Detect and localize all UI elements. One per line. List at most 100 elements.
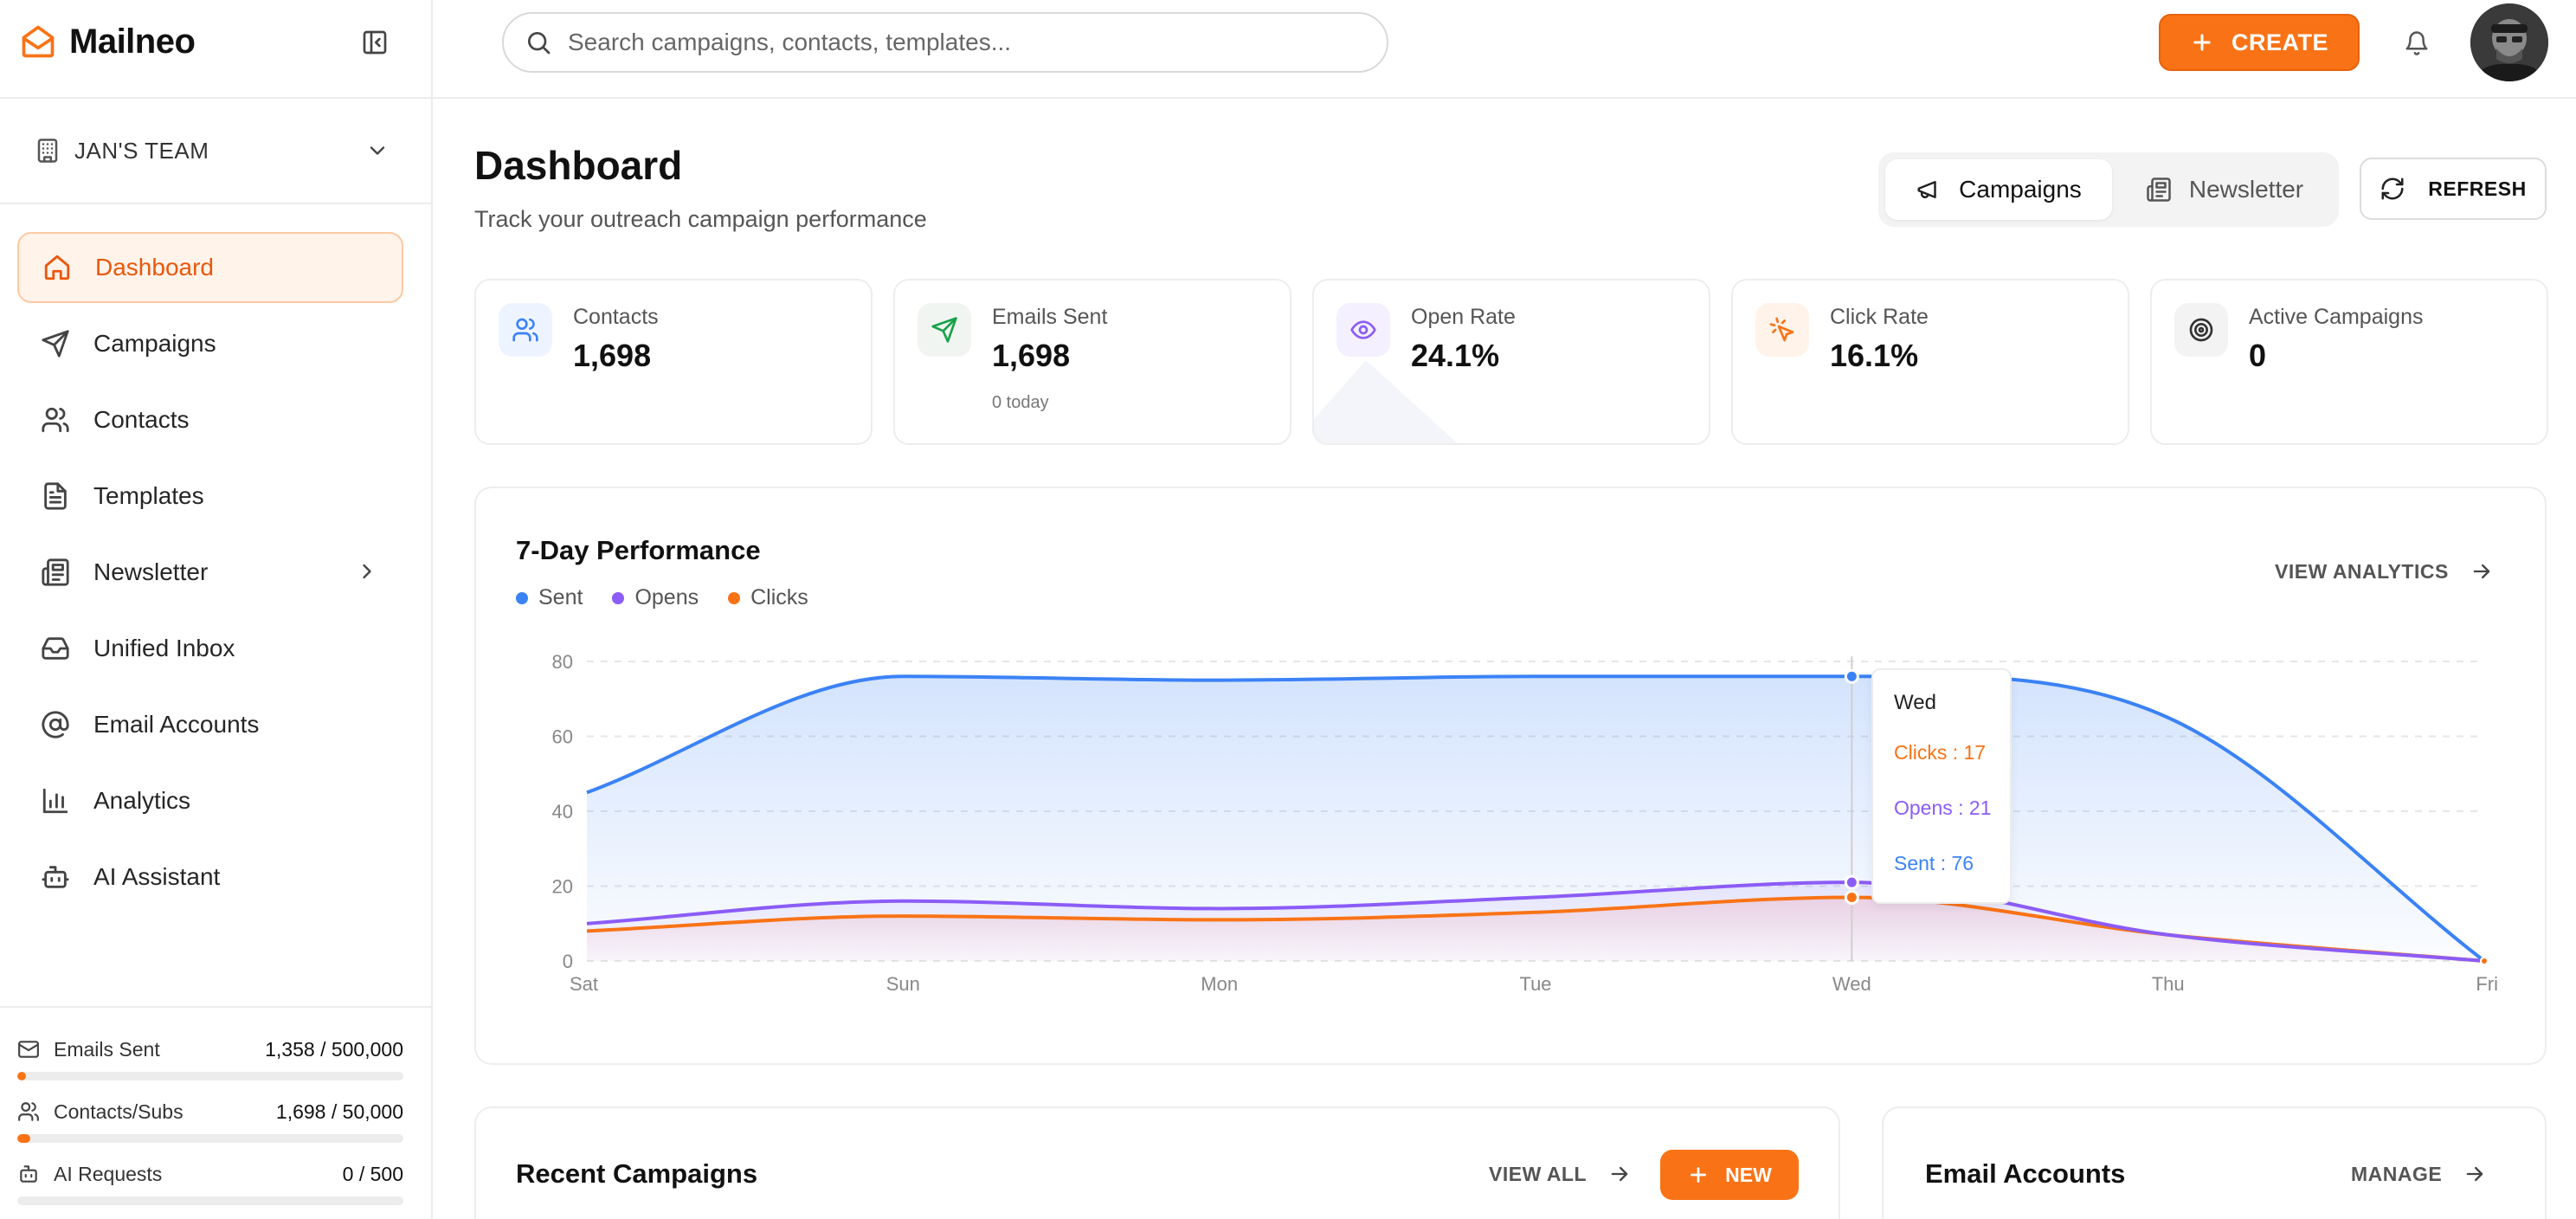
newspaper-icon	[38, 555, 73, 590]
sidebar-item-contacts[interactable]: Contacts	[17, 384, 403, 455]
usage-progress-bar	[17, 1072, 403, 1080]
usage-progress-fill	[17, 1072, 26, 1080]
stat-value: 24.1%	[1411, 338, 1500, 373]
stat-card-contacts[interactable]: Contacts 1,698	[474, 279, 873, 445]
legend-dot	[728, 591, 741, 604]
tab-label: Newsletter	[2188, 176, 2304, 203]
mail-icon	[17, 1037, 42, 1061]
view-toggle: Campaigns Newsletter	[1878, 152, 2339, 227]
sidebar-item-dashboard[interactable]: Dashboard	[17, 232, 403, 303]
sidebar-item-label: Unified Inbox	[93, 635, 235, 661]
stat-card-open-rate[interactable]: Open Rate 24.1%	[1312, 279, 1710, 445]
avatar[interactable]	[2470, 3, 2548, 81]
stat-note: 0 today	[992, 393, 1049, 412]
tab-label: Campaigns	[1959, 176, 2082, 203]
users-icon	[512, 316, 539, 344]
point-clicks	[1844, 889, 1859, 905]
stat-badge	[1336, 303, 1390, 357]
refresh-label: REFRESH	[2428, 177, 2527, 200]
refresh-button[interactable]: REFRESH	[2360, 158, 2547, 220]
legend-item-sent[interactable]: Sent	[516, 585, 583, 610]
page-subtitle: Track your outreach campaign performance	[474, 206, 927, 232]
tab-newsletter[interactable]: Newsletter	[2117, 159, 2332, 220]
new-button-label: NEW	[1725, 1163, 1772, 1186]
view-all-link[interactable]: VIEW ALL	[1489, 1162, 1632, 1186]
users-icon	[38, 403, 73, 437]
usage-value: 1,698 / 50,000	[275, 1100, 403, 1123]
stat-card-emails-sent[interactable]: Emails Sent 1,698 0 today	[893, 279, 1291, 445]
stat-badge	[2174, 303, 2228, 357]
new-campaign-button[interactable]: NEW	[1660, 1150, 1799, 1200]
team-switcher[interactable]: JAN'S TEAM	[35, 126, 390, 175]
search-box[interactable]	[502, 12, 1388, 73]
chevron-right-icon	[355, 559, 379, 584]
tooltip-day: Wed	[1894, 691, 1936, 714]
eye-icon	[1349, 316, 1377, 344]
x-tick-label: Tue	[1519, 973, 1551, 995]
sidebar-item-analytics[interactable]: Analytics	[17, 765, 403, 836]
refresh-icon	[2380, 176, 2405, 202]
legend-item-opens[interactable]: Opens	[612, 585, 699, 610]
usage-contacts: Contacts/Subs 1,698 / 50,000	[17, 1098, 403, 1143]
legend-label: Sent	[538, 585, 583, 610]
send-icon	[38, 326, 73, 361]
manage-link[interactable]: MANAGE	[2351, 1162, 2487, 1186]
inbox-icon	[38, 631, 73, 666]
sidebar-item-ai-assistant[interactable]: AI Assistant	[17, 842, 403, 913]
view-analytics-label: VIEW ANALYTICS	[2275, 559, 2449, 583]
sidebar-nav: Dashboard Campaigns Contacts Templates N…	[17, 232, 403, 918]
legend-label: Opens	[634, 585, 699, 610]
stat-badge	[499, 303, 552, 357]
usage-value: 1,358 / 500,000	[265, 1037, 403, 1061]
view-all-label: VIEW ALL	[1489, 1162, 1587, 1185]
end-point-clicks	[2480, 957, 2489, 965]
avatar-photo-icon	[2470, 3, 2548, 81]
collapse-sidebar-button[interactable]	[358, 26, 391, 59]
stat-label: Contacts	[573, 305, 659, 329]
x-tick-label: Mon	[1201, 973, 1238, 995]
stat-card-click-rate[interactable]: Click Rate 16.1%	[1731, 279, 2129, 445]
point-opens	[1844, 874, 1859, 890]
stat-label: Emails Sent	[992, 305, 1108, 329]
legend-label: Clicks	[750, 585, 808, 610]
sidebar-item-label: Email Accounts	[93, 711, 260, 738]
stat-card-active-campaigns[interactable]: Active Campaigns 0	[2150, 279, 2548, 445]
at-sign-icon	[38, 707, 73, 742]
brand-name: Mailneo	[69, 22, 196, 61]
search-input[interactable]	[568, 29, 1347, 56]
sidebar-divider	[0, 203, 433, 204]
arrow-right-icon	[2470, 559, 2494, 584]
sidebar: Mailneo JAN'S TEAM Dashboard Campaigns C…	[0, 0, 433, 1219]
notifications-button[interactable]	[2399, 26, 2434, 61]
brand[interactable]: Mailneo	[19, 19, 196, 64]
home-icon	[40, 250, 74, 285]
tooltip-opens: Opens : 21	[1894, 797, 1992, 819]
usage-label: AI Requests	[54, 1162, 163, 1185]
stat-value: 0	[2249, 338, 2267, 373]
topbar: CREATE	[433, 0, 2576, 99]
stat-value: 1,698	[992, 338, 1071, 373]
manage-label: MANAGE	[2351, 1162, 2443, 1185]
x-tick-label: Thu	[2152, 973, 2185, 995]
tooltip-sent: Sent : 76	[1894, 852, 1974, 874]
tab-campaigns[interactable]: Campaigns	[1885, 159, 2112, 220]
y-tick-label: 80	[552, 651, 573, 673]
usage-progress-fill	[17, 1134, 31, 1143]
performance-chart[interactable]: 0 20 40 60 80 Sat Sun Mon Tue Wed Thu Fri	[519, 632, 2528, 1004]
sidebar-divider	[0, 97, 433, 99]
create-button[interactable]: CREATE	[2159, 14, 2360, 71]
sidebar-item-unified-inbox[interactable]: Unified Inbox	[17, 613, 403, 684]
sidebar-item-email-accounts[interactable]: Email Accounts	[17, 689, 403, 760]
view-analytics-link[interactable]: VIEW ANALYTICS	[2275, 559, 2494, 584]
y-tick-label: 0	[563, 951, 573, 972]
sidebar-item-campaigns[interactable]: Campaigns	[17, 308, 403, 379]
sidebar-item-label: Newsletter	[93, 558, 209, 585]
y-tick-label: 20	[552, 876, 573, 898]
sidebar-item-label: Campaigns	[93, 330, 216, 357]
usage-progress-bar	[17, 1134, 403, 1143]
sidebar-item-templates[interactable]: Templates	[17, 461, 403, 532]
y-tick-label: 60	[552, 726, 573, 748]
sidebar-item-newsletter[interactable]: Newsletter	[17, 537, 403, 608]
plus-icon	[2190, 30, 2214, 55]
legend-item-clicks[interactable]: Clicks	[728, 585, 808, 610]
